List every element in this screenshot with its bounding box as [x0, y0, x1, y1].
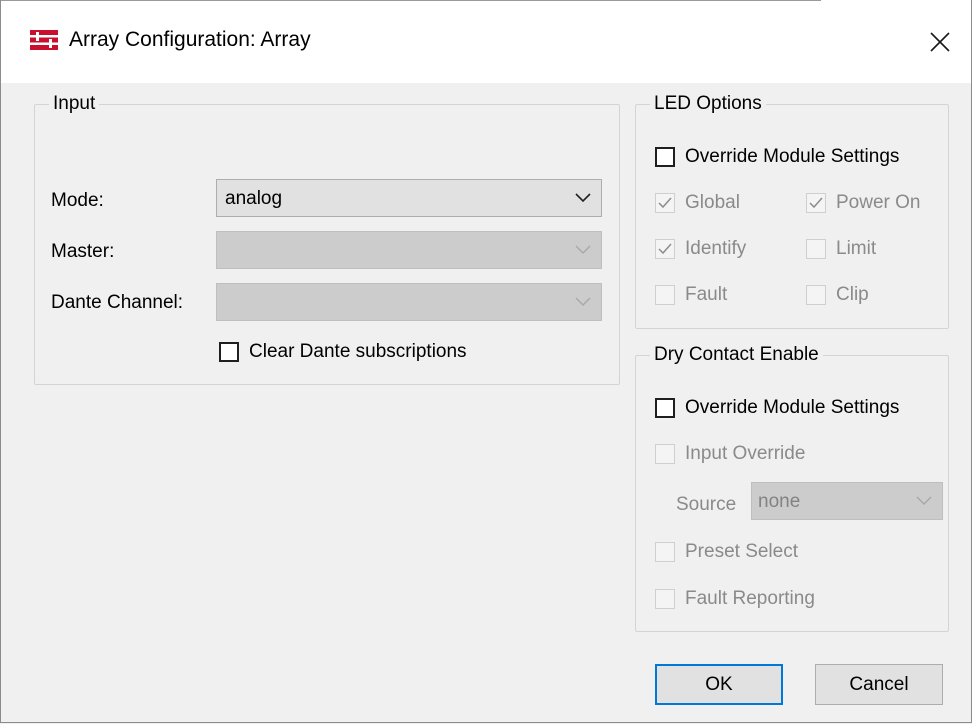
fault-reporting-label: Fault Reporting	[685, 588, 815, 609]
input-override-checkbox[interactable]: Input Override	[655, 443, 805, 465]
led-limit-checkbox[interactable]: Limit	[806, 238, 876, 260]
preset-select-checkbox[interactable]: Preset Select	[655, 541, 798, 563]
checkbox-box	[806, 285, 826, 305]
fault-reporting-checkbox[interactable]: Fault Reporting	[655, 588, 815, 610]
dry-contact-legend: Dry Contact Enable	[654, 344, 819, 365]
checkbox-box	[655, 542, 675, 562]
checkbox-box	[655, 285, 675, 305]
master-select[interactable]	[216, 231, 602, 269]
led-options-legend: LED Options	[654, 93, 762, 114]
cancel-button[interactable]: Cancel	[815, 664, 943, 705]
checkbox-box	[655, 239, 675, 259]
chevron-down-icon	[575, 193, 591, 203]
mode-value: analog	[225, 188, 283, 209]
checkbox-box	[655, 193, 675, 213]
checkmark-icon	[809, 197, 823, 209]
led-limit-label: Limit	[836, 238, 877, 259]
led-global-checkbox[interactable]: Global	[655, 192, 740, 214]
input-group-legend: Input	[53, 93, 96, 114]
checkbox-box	[655, 444, 675, 464]
source-value: none	[758, 491, 801, 512]
checkbox-box	[655, 589, 675, 609]
chevron-down-icon	[916, 496, 932, 505]
checkmark-icon	[658, 197, 672, 209]
mode-select[interactable]: analog	[216, 179, 602, 217]
led-clip-checkbox[interactable]: Clip	[806, 284, 869, 306]
led-identify-checkbox[interactable]: Identify	[655, 238, 746, 260]
dry-override-label: Override Module Settings	[685, 397, 900, 418]
checkbox-box	[806, 239, 826, 259]
dante-channel-label: Dante Channel:	[51, 292, 184, 313]
master-label: Master:	[51, 241, 115, 262]
checkbox-box	[806, 193, 826, 213]
close-button[interactable]	[909, 0, 971, 83]
dialog-window: Array Configuration: Array Input Mode: a…	[0, 0, 972, 723]
array-config-icon	[30, 30, 58, 50]
clear-dante-checkbox[interactable]: Clear Dante subscriptions	[219, 341, 467, 363]
dry-override-checkbox[interactable]: Override Module Settings	[655, 397, 899, 419]
checkbox-box	[219, 342, 239, 362]
source-select[interactable]: none	[751, 482, 943, 520]
led-clip-label: Clip	[836, 284, 869, 305]
led-override-checkbox[interactable]: Override Module Settings	[655, 146, 899, 168]
led-identify-label: Identify	[685, 238, 747, 259]
checkmark-icon	[658, 243, 672, 255]
led-fault-label: Fault	[685, 284, 728, 305]
led-fault-checkbox[interactable]: Fault	[655, 284, 727, 306]
source-label: Source	[676, 494, 737, 515]
clear-dante-label: Clear Dante subscriptions	[249, 341, 467, 362]
input-override-label: Input Override	[685, 443, 806, 464]
chevron-down-icon	[575, 297, 591, 306]
preset-select-label: Preset Select	[685, 541, 798, 562]
ok-button[interactable]: OK	[655, 664, 783, 705]
window-title: Array Configuration: Array	[69, 28, 311, 51]
mode-label: Mode:	[51, 190, 104, 211]
checkbox-box	[655, 147, 675, 167]
led-power-on-checkbox[interactable]: Power On	[806, 192, 920, 214]
chevron-down-icon	[575, 245, 591, 254]
close-icon	[930, 31, 950, 52]
led-override-label: Override Module Settings	[685, 146, 900, 167]
checkbox-box	[655, 398, 675, 418]
title-bar: Array Configuration: Array	[1, 0, 971, 83]
led-power-on-label: Power On	[836, 192, 921, 213]
window-top-border	[1, 0, 821, 1]
dante-channel-select[interactable]	[216, 283, 602, 321]
led-global-label: Global	[685, 192, 740, 213]
